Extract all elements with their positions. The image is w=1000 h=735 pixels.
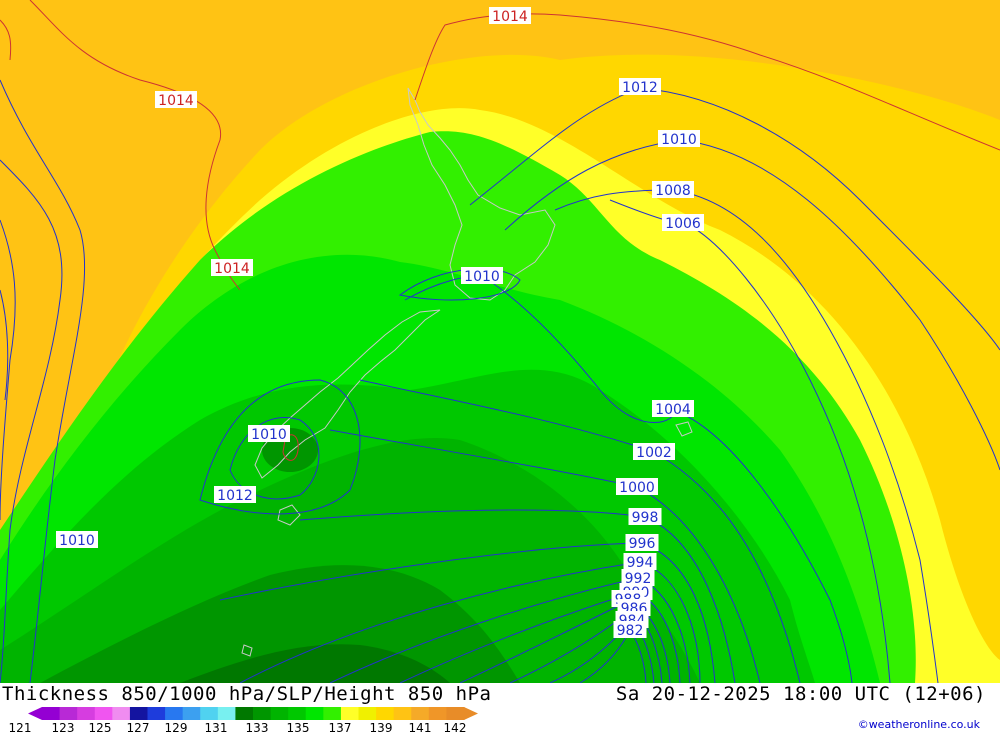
legend-swatch — [94, 707, 113, 720]
legend-swatch — [358, 707, 377, 720]
weather-map: 1014 1014 1014 1012 1010 1008 1006 1010 1010 1012… — [0, 0, 1000, 683]
isobar-label-text: 982 — [617, 623, 644, 639]
isobar-label-text: 1010 — [464, 269, 500, 285]
isobar-label: 1002 — [633, 443, 675, 461]
legend-swatch — [376, 707, 395, 720]
isobar-label-text: 994 — [627, 555, 654, 571]
isobar-label-text: 1008 — [655, 183, 691, 199]
isobar-label: 982 — [613, 621, 647, 639]
legend-swatch — [59, 707, 78, 720]
legend-swatch — [288, 707, 307, 720]
legend-swatch — [340, 707, 359, 720]
isobar-label: 1010 — [461, 267, 503, 285]
legend-swatch — [147, 707, 166, 720]
caption-title: Thickness 850/1000 hPa/SLP/Height 850 hP… — [2, 683, 492, 705]
legend-swatch — [165, 707, 184, 720]
map-canvas: 1014 1014 1014 1012 1010 1008 1006 1010 1010 1012… — [0, 0, 1000, 683]
legend-swatch — [200, 707, 219, 720]
isobar-label: 1010 — [658, 130, 700, 148]
legend-swatch — [235, 707, 254, 720]
isobar-label-text: 996 — [629, 536, 656, 552]
isobar-label-text: 998 — [632, 510, 659, 526]
isobar-label: 1006 — [662, 214, 704, 232]
legend-arrow-left — [28, 707, 42, 720]
color-legend — [28, 707, 478, 720]
isobar-label-text: 1012 — [622, 80, 658, 96]
isobar-label: 994 — [623, 553, 657, 571]
legend-swatch — [270, 707, 289, 720]
legend-swatch — [446, 707, 465, 720]
isobar-label: 1010 — [248, 425, 290, 443]
legend-swatch — [411, 707, 430, 720]
legend-swatch — [428, 707, 447, 720]
isobar-label-text: 1012 — [217, 488, 253, 504]
legend-swatch — [112, 707, 131, 720]
legend-swatch — [253, 707, 272, 720]
isobar-label: 1000 — [616, 478, 658, 496]
legend-swatch — [42, 707, 61, 720]
isobar-label: 996 — [625, 534, 659, 552]
caption-datetime: Sa 20-12-2025 18:00 UTC (12+06) — [615, 683, 986, 705]
isobar-label: 1014 — [489, 7, 531, 25]
isobar-label-text: 1004 — [655, 402, 691, 418]
isobar-label: 1012 — [214, 486, 256, 504]
isobar-label-text: 1006 — [665, 216, 701, 232]
isobar-label: 998 — [628, 508, 662, 526]
bottom-bar: Thickness 850/1000 hPa/SLP/Height 850 hP… — [0, 683, 1000, 735]
isobar-label-text: 1014 — [158, 93, 194, 109]
isobar-label-text: 1000 — [619, 480, 655, 496]
isobar-label: 1014 — [155, 91, 197, 109]
legend-swatch — [217, 707, 236, 720]
legend-swatch — [305, 707, 324, 720]
isobar-label: 1008 — [652, 181, 694, 199]
isobar-label: 1004 — [652, 400, 694, 418]
isobar-label-text: 1010 — [59, 533, 95, 549]
isobar-label: 1012 — [619, 78, 661, 96]
isobar-label-text: 1010 — [661, 132, 697, 148]
legend-arrow-right — [464, 707, 478, 720]
legend-swatch — [393, 707, 412, 720]
isobar-label-text: 1010 — [251, 427, 287, 443]
legend-swatch — [182, 707, 201, 720]
isobar-label: 1010 — [56, 531, 98, 549]
isobar-label: 1014 — [211, 259, 253, 277]
isobar-label-text: 1002 — [636, 445, 672, 461]
credit-link[interactable]: ©weatheronline.co.uk — [858, 718, 980, 731]
isobar-label-text: 1014 — [492, 9, 528, 25]
isobar-label-text: 1014 — [214, 261, 250, 277]
legend-swatch — [129, 707, 148, 720]
legend-swatch — [77, 707, 96, 720]
legend-swatch — [323, 707, 342, 720]
